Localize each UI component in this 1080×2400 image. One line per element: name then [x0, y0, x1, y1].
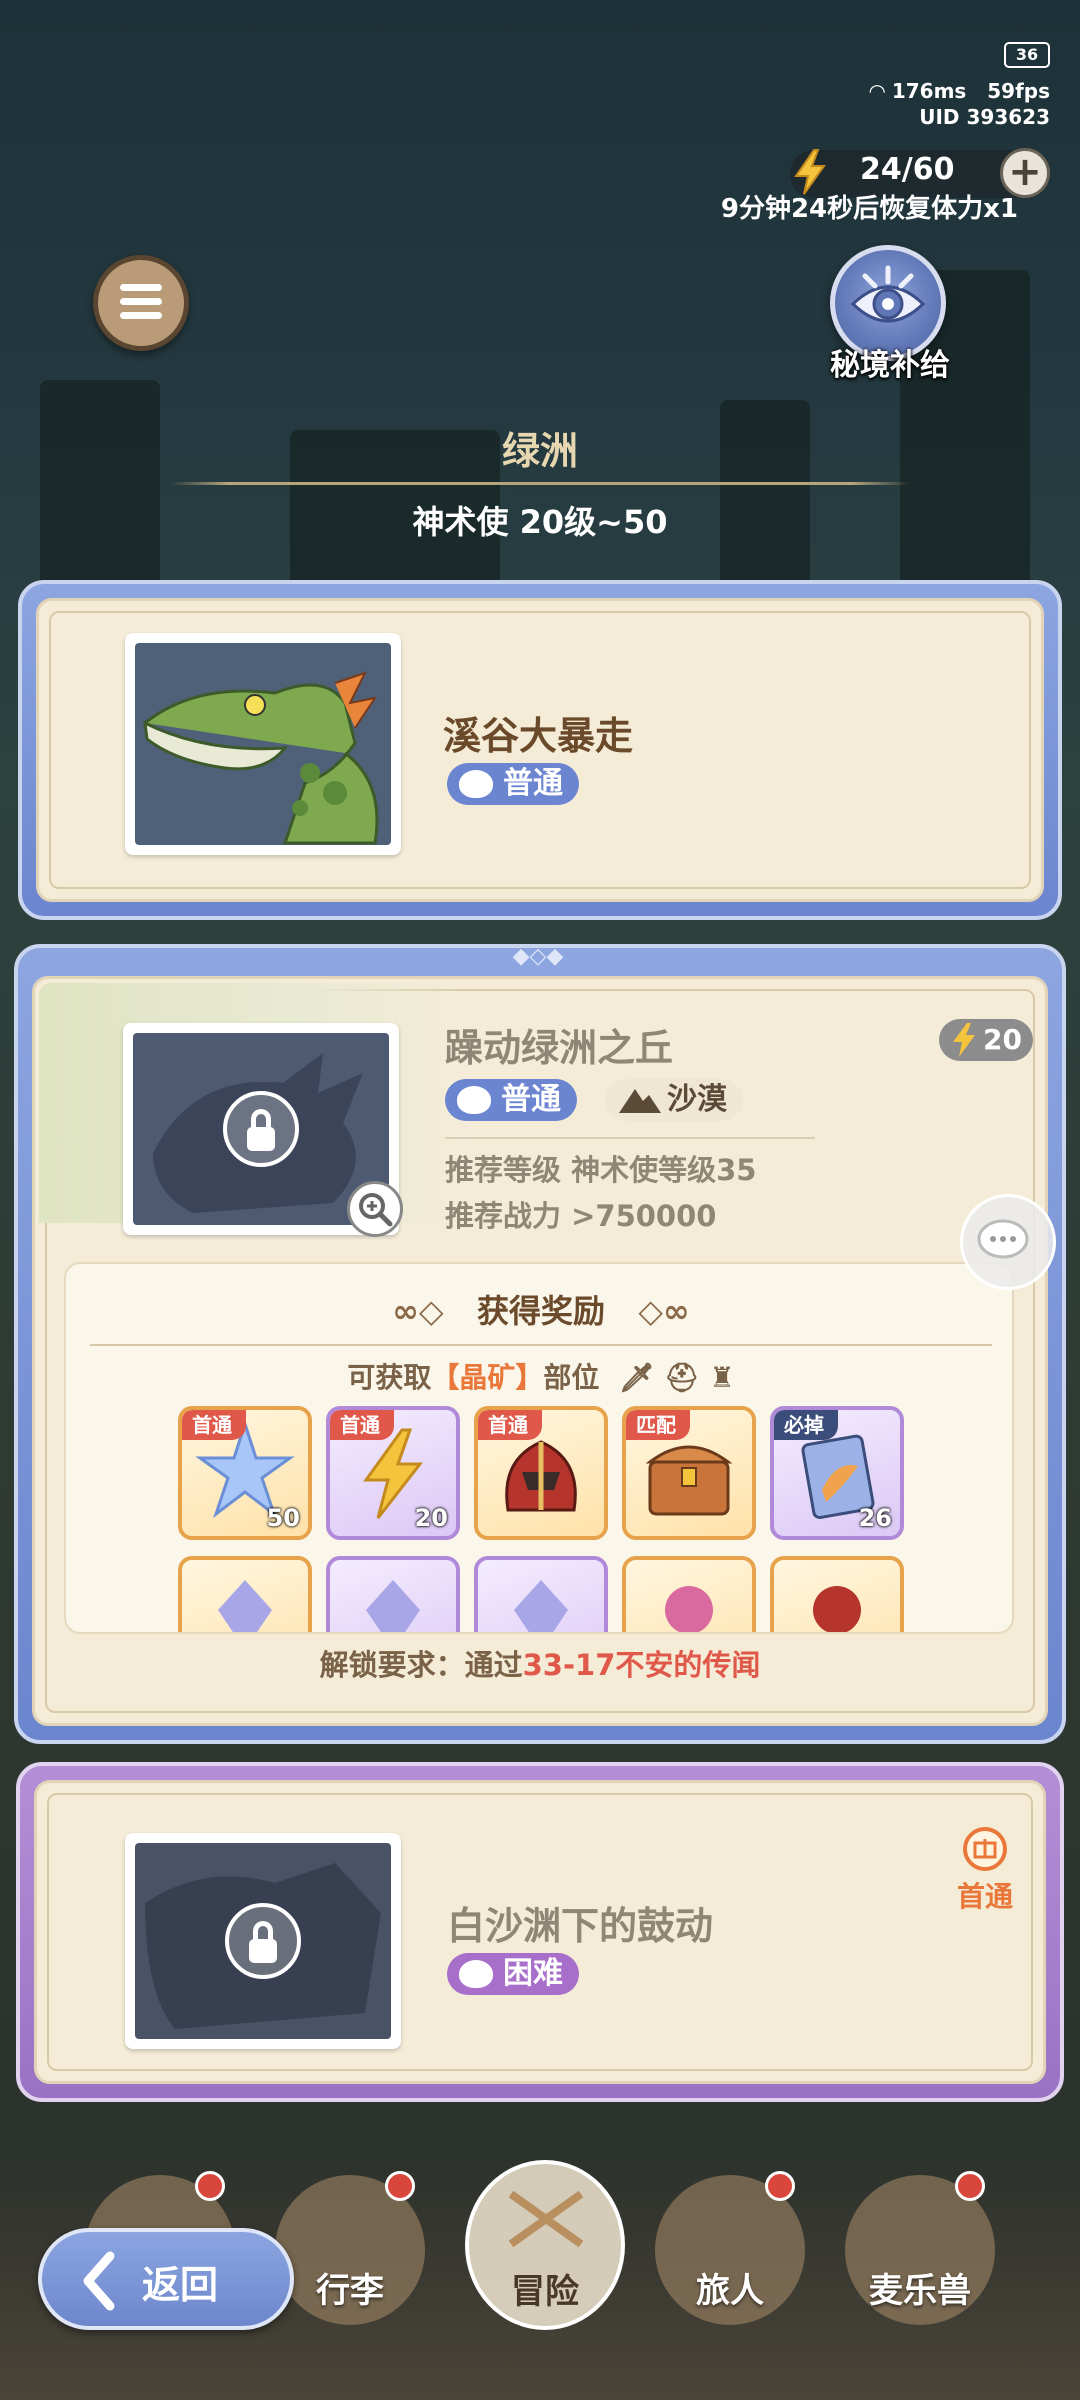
reward-qty: 20: [414, 1504, 448, 1532]
secret-supply-label: 秘境补给: [830, 348, 950, 383]
reward-item[interactable]: [178, 1556, 312, 1632]
unlock-prefix: 解锁要求：通过: [319, 1648, 523, 1682]
chat-bubble-icon: [977, 1219, 1029, 1259]
beast-face-icon: [459, 770, 493, 798]
reward-item[interactable]: [770, 1556, 904, 1632]
rewards-panel: ∞◇ 获得奖励 ◇∞ 可获取【晶矿】部位 🗡 ⛑ ♜ 首通 50 首通 20 首…: [64, 1262, 1014, 1634]
reward-qty: 26: [858, 1504, 892, 1532]
rewards-title: 获得奖励: [476, 1292, 605, 1330]
fps-readout: 59fps: [987, 79, 1050, 103]
reward-badge: 首通: [478, 1410, 542, 1440]
nav-traveler[interactable]: 旅人: [655, 2171, 805, 2325]
back-label: 返回: [142, 2263, 219, 2307]
reward-badge: 首通: [182, 1410, 246, 1440]
stamina-cost-badge: 20: [939, 1019, 1033, 1061]
stage-name: 白沙渊下的鼓动: [447, 1904, 714, 1948]
ornament-right-icon: ◇∞: [638, 1292, 690, 1330]
reward-item[interactable]: [474, 1556, 608, 1632]
status-overlay: 36 ◠ 176ms 59fps UID 393623: [869, 40, 1050, 130]
armor-icon: ♜: [709, 1361, 735, 1394]
back-button[interactable]: 返回: [38, 2228, 294, 2330]
reward-item[interactable]: 首通 50: [178, 1406, 312, 1540]
notification-dot: [955, 2171, 985, 2201]
stage-name: 溪谷大暴走: [443, 714, 634, 758]
unlock-requirement: 解锁要求：通过33-17不安的传闻: [0, 1642, 1080, 1684]
info-divider: [445, 1137, 815, 1139]
difficulty-tag: 困难: [447, 1953, 579, 1995]
ping-readout: 176ms: [891, 79, 967, 103]
stamina-value: 24/60: [860, 152, 955, 187]
stage-card-1[interactable]: 溪谷大暴走 普通: [18, 580, 1062, 920]
dinosaur-portrait: [143, 671, 379, 845]
obtainable-prefix: 可获取: [347, 1361, 432, 1394]
list-icon: [120, 284, 162, 326]
stage-name: 躁动绿洲之丘: [445, 1026, 674, 1070]
back-arrow-icon: [83, 2251, 115, 2311]
lightning-icon: [953, 1023, 975, 1057]
stage-thumbnail-locked: [125, 1833, 401, 2049]
reward-badge: 必掉: [774, 1410, 838, 1440]
recommended-level: 推荐等级 神术使等级35: [445, 1153, 757, 1187]
nav-melody-beast[interactable]: 麦乐兽: [845, 2171, 995, 2325]
stage-card-3[interactable]: 白沙渊下的鼓动 困难 首通: [16, 1762, 1064, 2102]
reward-item[interactable]: 首通: [474, 1406, 608, 1540]
terrain-label: 沙漠: [667, 1082, 727, 1117]
first-clear-label: 首通: [956, 1880, 1013, 1913]
nav-traveler-label: 旅人: [696, 2271, 764, 2311]
reward-badge: 匹配: [626, 1410, 690, 1440]
difficulty-tag: 普通: [445, 1079, 577, 1121]
difficulty-label: 普通: [503, 766, 563, 801]
region-title: 绿洲: [501, 429, 578, 473]
obtainable-suffix: 部位: [543, 1361, 600, 1394]
uid-readout: UID 393623: [919, 105, 1050, 129]
stamina-cost: 20: [983, 1023, 1022, 1056]
notification-dot: [765, 2171, 795, 2201]
helmet-slot-icon: ⛑: [664, 1361, 700, 1394]
sword-icon: 🗡: [618, 1361, 655, 1394]
reward-item[interactable]: [622, 1556, 756, 1632]
beast-face-icon: [459, 1960, 493, 1988]
rewards-divider: [90, 1344, 992, 1346]
ornament-left-icon: ∞◇: [392, 1292, 444, 1330]
notification-dot: [385, 2171, 415, 2201]
wifi-icon: ◠: [869, 79, 885, 103]
recommended-power: 推荐战力 >750000: [445, 1199, 717, 1233]
mountain-icon: [619, 1089, 661, 1113]
gift-icon: [963, 1827, 1007, 1871]
difficulty-label: 困难: [503, 1956, 563, 1991]
first-clear-reward-badge[interactable]: 首通: [943, 1823, 1027, 1913]
reward-qty: 50: [266, 1504, 300, 1532]
reward-item[interactable]: [326, 1556, 460, 1632]
region-divider: [170, 482, 910, 485]
notification-dot: [195, 2171, 225, 2201]
nav-adventure-label: 冒险: [511, 2272, 579, 2312]
beast-face-icon: [457, 1086, 491, 1114]
reward-badge: 首通: [330, 1410, 394, 1440]
region-subtitle: 神术使 20级~50: [412, 503, 668, 541]
zoom-icon[interactable]: [347, 1181, 403, 1237]
stamina-recover-text: 9分钟24秒后恢复体力x1: [720, 194, 1018, 224]
rewards-header: ∞◇ 获得奖励 ◇∞: [66, 1286, 1012, 1332]
difficulty-tag: 普通: [447, 763, 579, 805]
menu-button[interactable]: [93, 255, 189, 351]
terrain-tag: 沙漠: [605, 1079, 743, 1121]
lock-icon: [225, 1903, 301, 1979]
difficulty-label: 普通: [501, 1082, 561, 1117]
nav-adventure[interactable]: 冒险: [465, 2160, 625, 2330]
reward-item[interactable]: 匹配: [622, 1406, 756, 1540]
stage-thumbnail-locked: [123, 1023, 403, 1237]
chat-button[interactable]: [960, 1194, 1056, 1290]
crossed-swords-icon: [508, 2190, 584, 2248]
diamond-ornament-icon: ◆◇◆: [512, 944, 564, 969]
reward-item[interactable]: 首通 20: [326, 1406, 460, 1540]
reward-item[interactable]: 必掉 26: [770, 1406, 904, 1540]
nav-melody-beast-label: 麦乐兽: [869, 2271, 971, 2311]
battery-indicator: 36: [1004, 42, 1050, 68]
obtainable-highlight: 【晶矿】: [431, 1361, 544, 1394]
stage-thumbnail: [125, 633, 401, 855]
obtainable-line: 可获取【晶矿】部位 🗡 ⛑ ♜: [66, 1356, 1012, 1396]
nav-luggage[interactable]: 行李: [275, 2171, 425, 2325]
lock-icon: [223, 1091, 299, 1167]
unlock-stage-link[interactable]: 33-17不安的传闻: [523, 1648, 761, 1682]
